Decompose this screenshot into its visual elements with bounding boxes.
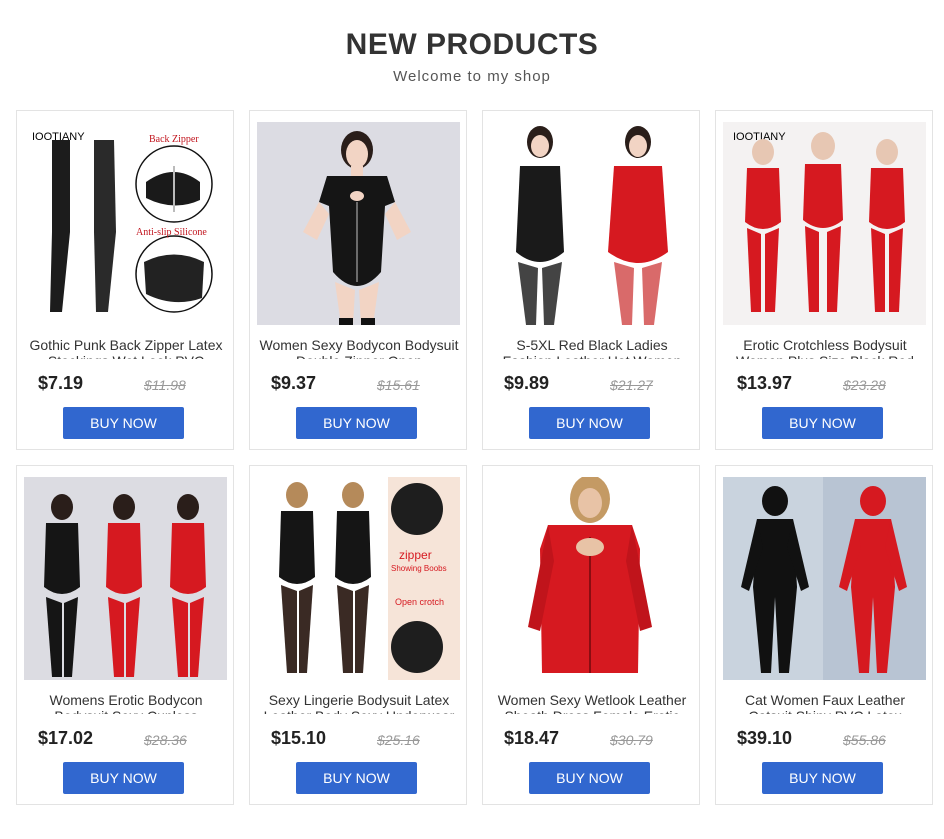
callout-label: Showing Boobs <box>391 564 447 573</box>
page-title: NEW PRODUCTS <box>345 28 599 61</box>
product-name[interactable]: Womens Erotic Bodycon Bodysuit Sexy Cupl… <box>25 692 227 714</box>
product-image[interactable] <box>490 122 693 325</box>
product-original-price: $23.28 <box>843 377 886 393</box>
product-card[interactable]: S-5XL Red Black Ladies Fashion Leather H… <box>482 110 700 450</box>
product-original-price: $21.27 <box>610 377 653 393</box>
product-image[interactable]: zipper Showing Boobs Open crotch <box>257 477 460 680</box>
callout-label: Open crotch <box>395 597 444 607</box>
product-image[interactable] <box>490 477 693 680</box>
product-price: $7.19 <box>38 373 84 393</box>
product-name[interactable]: S-5XL Red Black Ladies Fashion Leather H… <box>491 337 693 359</box>
product-name[interactable]: Women Sexy Wetlook Leather Sheath Dress … <box>491 692 693 714</box>
product-card[interactable]: IOOTIANY Erotic Crotchless Bodysuit $13.… <box>715 110 933 450</box>
product-card[interactable]: Womens Erotic Bodycon Bodysuit Sexy Cupl… <box>16 465 234 805</box>
product-image[interactable] <box>723 477 926 680</box>
product-original-price: $28.36 <box>144 732 187 748</box>
callout-label: zipper <box>399 548 432 562</box>
product-name[interactable]: Cat Women Faux Leather Catsuit Shiny PVC… <box>724 692 926 714</box>
product-original-price: $55.86 <box>843 732 886 748</box>
buy-now-button[interactable]: Buy Now <box>63 407 184 439</box>
product-price: $18.47 <box>504 728 560 748</box>
product-price: $39.10 <box>737 728 793 748</box>
product-original-price: $15.61 <box>377 377 420 393</box>
product-original-price: $30.79 <box>610 732 653 748</box>
product-original-price: $25.16 <box>377 732 420 748</box>
product-card[interactable]: zipper Showing Boobs Open crotch Sexy Li… <box>249 465 467 805</box>
product-name[interactable]: Sexy Lingerie Bodysuit Latex Leather Bod… <box>258 692 460 714</box>
product-card[interactable]: Cat Women Faux Leather Catsuit Shiny PVC… <box>715 465 933 805</box>
product-card[interactable]: Women Sexy Bodycon Bodysuit Double Zippe… <box>249 110 467 450</box>
product-price: $13.97 <box>737 373 793 393</box>
product-image[interactable] <box>24 477 227 680</box>
buy-now-button[interactable]: Buy Now <box>529 407 650 439</box>
product-image[interactable]: IOOTIANY Back Zipper Anti-slip Silicone <box>24 122 227 325</box>
product-price: $9.89 <box>504 373 550 393</box>
product-original-price: $11.98 <box>144 377 186 393</box>
buy-now-button[interactable]: Buy Now <box>296 407 417 439</box>
page-subtitle: Welcome to my shop <box>393 68 551 85</box>
product-image[interactable] <box>257 122 460 325</box>
buy-now-button[interactable]: Buy Now <box>762 762 883 794</box>
product-image[interactable]: IOOTIANY <box>723 122 926 325</box>
product-card[interactable]: IOOTIANY Back Zipper Anti-slip Silicone … <box>16 110 234 450</box>
buy-now-button[interactable]: Buy Now <box>63 762 184 794</box>
product-name[interactable]: Women Sexy Bodycon Bodysuit Double Zippe… <box>258 337 460 359</box>
product-card[interactable]: Women Sexy Wetlook Leather Sheath Dress … <box>482 465 700 805</box>
buy-now-button[interactable]: Buy Now <box>296 762 417 794</box>
product-price: $17.02 <box>38 728 94 748</box>
product-name[interactable]: Gothic Punk Back Zipper Latex Stockings … <box>25 337 227 359</box>
callout-label: Back Zipper <box>149 134 199 145</box>
buy-now-button[interactable]: Buy Now <box>529 762 650 794</box>
product-name[interactable]: Erotic Crotchless Bodysuit Women Plus Si… <box>724 337 926 359</box>
callout-label: Anti-slip Silicone <box>136 227 207 238</box>
product-price: $9.37 <box>271 373 317 393</box>
buy-now-button[interactable]: Buy Now <box>762 407 883 439</box>
product-price: $15.10 <box>271 728 327 748</box>
